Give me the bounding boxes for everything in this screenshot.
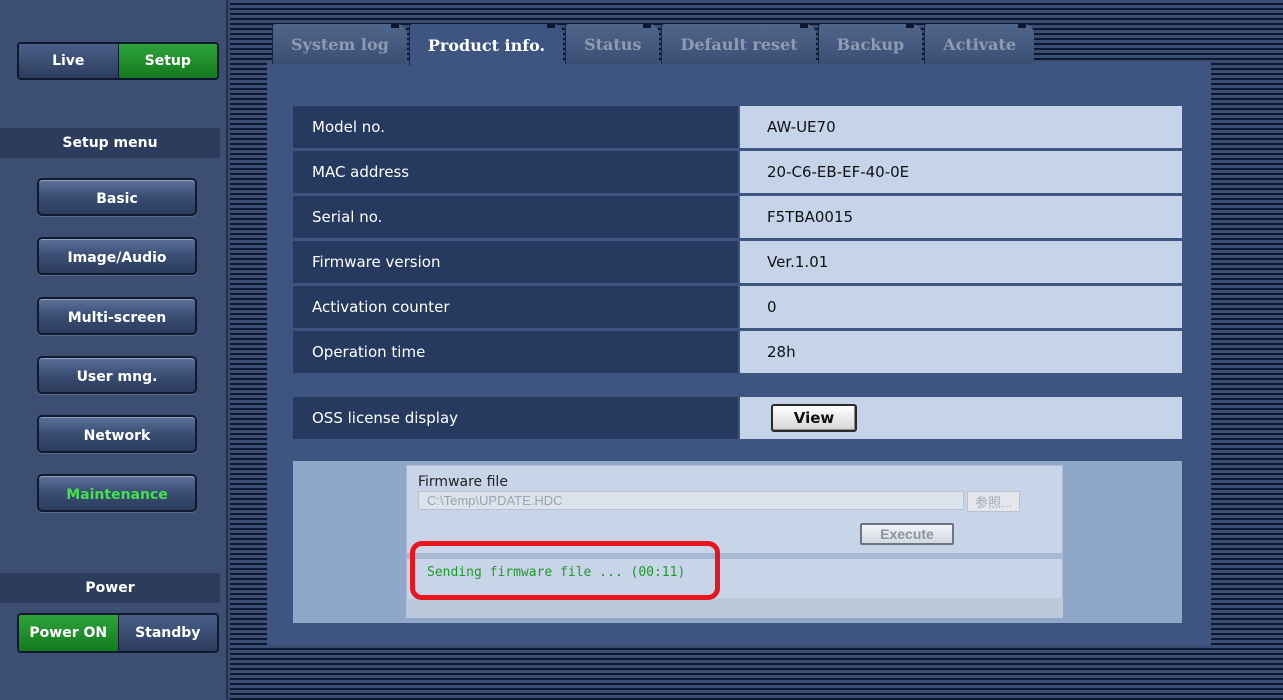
tab-product-info[interactable]: Product info. [408,24,564,66]
tab-label: Status [584,34,642,54]
info-value-cell: View [740,397,1182,439]
power-on-button[interactable]: Power ON [19,615,118,651]
info-value: 0 [740,286,1182,328]
info-value: 28h [740,331,1182,373]
execute-button[interactable]: Execute [860,523,954,545]
menu-network-button[interactable]: Network [37,415,197,453]
menu-user-mng-button[interactable]: User mng. [37,356,197,394]
standby-button[interactable]: Standby [117,615,217,651]
tab-label: System log [291,34,389,54]
setup-menu-header: Setup menu [0,128,220,158]
firmware-file-label: Firmware file [418,474,508,490]
tab-label: Backup [836,34,905,54]
tab-label: Default reset [680,34,798,54]
info-value: Ver.1.01 [740,241,1182,283]
info-value: F5TBA0015 [740,196,1182,238]
status-highlight-box [410,541,720,600]
menu-multi-screen-button[interactable]: Multi-screen [37,297,197,335]
info-label: Serial no. [293,196,738,238]
tab-backup[interactable]: Backup [817,24,923,64]
tab-default-reset[interactable]: Default reset [661,24,816,64]
info-row-oss-license: OSS license display View [293,397,1182,439]
menu-maintenance-button[interactable]: Maintenance [37,474,197,512]
info-value: AW-UE70 [740,106,1182,148]
sidebar: Live Setup Setup menu Basic Image/Audio … [0,0,228,700]
power-header: Power [0,573,220,603]
info-row-model: Model no. AW-UE70 [293,106,1182,148]
info-row-mac: MAC address 20-C6-EB-EF-40-0E [293,151,1182,193]
info-label: Activation counter [293,286,738,328]
view-button[interactable]: View [771,404,857,432]
live-button[interactable]: Live [19,44,118,78]
info-value: 20-C6-EB-EF-40-0E [740,151,1182,193]
power-toggle: Power ON Standby [17,613,219,653]
info-label: Model no. [293,106,738,148]
tab-status[interactable]: Status [565,24,660,64]
tab-activate[interactable]: Activate [924,24,1035,64]
browse-button[interactable]: 参照... [967,491,1020,512]
info-row-serial: Serial no. F5TBA0015 [293,196,1182,238]
menu-basic-button[interactable]: Basic [37,178,197,216]
menu-image-audio-button[interactable]: Image/Audio [37,237,197,275]
info-label: Operation time [293,331,738,373]
firmware-file-input[interactable]: C:\Temp\UPDATE.HDC [418,491,964,510]
info-label: MAC address [293,151,738,193]
tab-bar: System log Product info. Status Default … [272,24,1152,66]
info-label: Firmware version [293,241,738,283]
info-row-operation-time: Operation time 28h [293,331,1182,373]
info-label: OSS license display [293,397,738,439]
info-row-activation-counter: Activation counter 0 [293,286,1182,328]
info-row-firmware-version: Firmware version Ver.1.01 [293,241,1182,283]
setup-button[interactable]: Setup [117,44,217,78]
mode-toggle: Live Setup [17,42,219,80]
firmware-footer [406,598,1063,618]
tab-system-log[interactable]: System log [272,24,407,64]
tab-label: Product info. [427,35,546,55]
tab-label: Activate [943,34,1017,54]
